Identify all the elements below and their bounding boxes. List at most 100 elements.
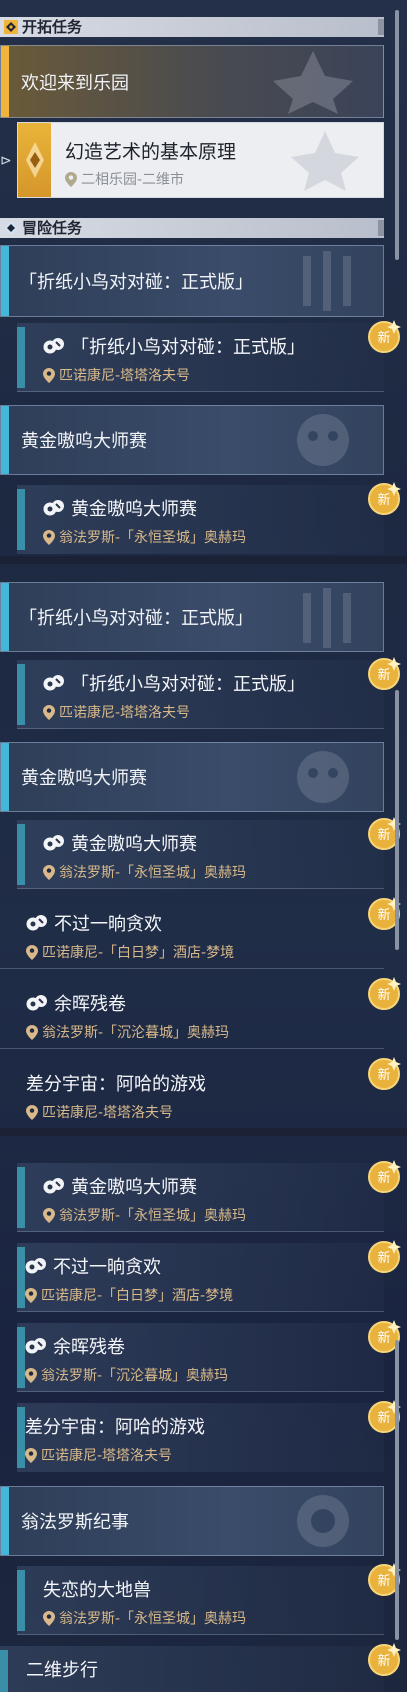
category-accent-bar [1, 743, 9, 811]
quest-location-text: 匹诺康尼-塔塔洛夫号 [59, 705, 191, 721]
svg-text:新: 新 [377, 1067, 390, 1083]
quest-location: 翁法罗斯-「沉沦暮城」奥赫玛 [25, 1365, 228, 1385]
quest-location-text: 匹诺康尼-塔塔洛夫号 [41, 1448, 173, 1464]
quest-location-text: 二相乐园-二维市 [81, 172, 185, 188]
quest-location-text: 翁法罗斯-「沉沦暮城」奥赫玛 [42, 1025, 230, 1041]
scrollbar-thumb[interactable] [395, 10, 399, 260]
new-badge-icon: 新 [368, 896, 402, 930]
location-pin-icon [43, 704, 55, 720]
category-accent-bar [1, 406, 9, 474]
quest-title: 差分宇宙：阿哈的游戏 [26, 1070, 206, 1096]
quest-location-text: 匹诺康尼-「白日梦」酒店-梦境 [42, 945, 235, 961]
quest-type-icon [26, 994, 48, 1012]
scrollbar-thumb[interactable] [395, 1340, 399, 1640]
gold-quest-gem-icon [18, 123, 51, 197]
category-accent-bar [1, 583, 9, 651]
svg-text:新: 新 [377, 1653, 390, 1669]
header-end-mark [378, 19, 384, 35]
location-pin-icon [43, 529, 55, 545]
location-pin-icon [26, 1104, 38, 1120]
svg-text:新: 新 [377, 1573, 390, 1589]
category-emblem-icon [297, 1495, 349, 1547]
quest-location: 匹诺康尼-塔塔洛夫号 [43, 702, 190, 722]
quest-item-selected[interactable]: 幻造艺术的基本原理 二相乐园-二维市 [17, 122, 384, 198]
new-badge-icon: 新 [368, 1642, 402, 1676]
item-accent-bar [17, 489, 25, 550]
quest-title-text: 余晖残卷 [53, 1337, 125, 1358]
section-header-adventure: 冒险任务 [0, 218, 384, 238]
svg-text:新: 新 [377, 907, 390, 923]
scrollbar-thumb[interactable] [395, 690, 399, 950]
category-paper-bird[interactable]: 「折纸小鸟对对碰：正式版」 [0, 582, 384, 652]
category-golden-awoo[interactable]: 黄金嗷呜大师赛 [0, 405, 384, 475]
divider [17, 1634, 384, 1635]
svg-text:新: 新 [377, 827, 390, 843]
screenshot-seam [0, 556, 407, 564]
quest-location: 翁法罗斯-「永恒圣城」奥赫玛 [43, 527, 246, 547]
quest-title-text: 黄金嗷呜大师赛 [71, 499, 197, 520]
quest-item-daydream[interactable]: 不过一晌贪欢 匹诺康尼-「白日梦」酒店-梦境 新 [17, 1239, 402, 1312]
category-golden-awoo[interactable]: 黄金嗷呜大师赛 [0, 742, 384, 812]
category-emblem-icon [273, 51, 353, 114]
quest-item-divergent-universe[interactable]: 差分宇宙：阿哈的游戏 匹诺康尼-塔塔洛夫号 新 [17, 1399, 402, 1472]
category-emblem-icon [297, 414, 349, 466]
new-badge-icon: 新 [368, 656, 402, 690]
category-label: 「折纸小鸟对对碰：正式版」 [19, 608, 253, 629]
item-accent-bar [17, 1167, 25, 1228]
quest-type-icon [43, 834, 65, 852]
svg-text:新: 新 [377, 330, 390, 346]
quest-title: 不过一晌贪欢 [26, 910, 162, 936]
location-pin-icon [25, 1367, 37, 1383]
quest-item-paper-bird[interactable]: 「折纸小鸟对对碰：正式版」 匹诺康尼-塔塔洛夫号 新 [17, 656, 402, 729]
new-badge-icon: 新 [368, 976, 402, 1010]
item-accent-bar [17, 327, 25, 388]
item-accent-bar [17, 824, 25, 885]
quest-item-golden-awoo[interactable]: 黄金嗷呜大师赛 翁法罗斯-「永恒圣城」奥赫玛 新 [17, 816, 402, 889]
quest-item-paper-bird[interactable]: 「折纸小鸟对对碰：正式版」 匹诺康尼-塔塔洛夫号 新 [17, 319, 402, 392]
new-badge-icon: 新 [368, 1319, 402, 1353]
quest-title: 「折纸小鸟对对碰：正式版」 [43, 333, 305, 359]
item-accent-bar [0, 1650, 8, 1692]
section-title: 冒险任务 [22, 219, 83, 237]
category-accent-bar [1, 46, 9, 117]
section-header-trailblaze: 开拓任务 [0, 17, 384, 37]
category-paper-bird[interactable]: 「折纸小鸟对对碰：正式版」 [0, 245, 384, 317]
location-pin-icon [26, 1024, 38, 1040]
quest-item-golden-awoo[interactable]: 黄金嗷呜大师赛 翁法罗斯-「永恒圣城」奥赫玛 新 [17, 481, 402, 554]
category-accent-bar [1, 1487, 9, 1555]
category-accent-bar [1, 246, 9, 316]
category-label: 欢迎来到乐园 [21, 72, 129, 94]
quest-type-icon [25, 1257, 47, 1275]
quest-title: 黄金嗷呜大师赛 [43, 830, 197, 856]
quest-location: 匹诺康尼-塔塔洛夫号 [26, 1102, 173, 1122]
quest-item-divergent-universe[interactable]: 差分宇宙：阿哈的游戏 匹诺康尼-塔塔洛夫号 新 [0, 1056, 402, 1129]
new-badge-icon: 新 [368, 1239, 402, 1273]
item-accent-bar [17, 1327, 25, 1388]
quest-item-afterglow[interactable]: 余晖残卷 翁法罗斯-「沉沦暮城」奥赫玛 新 [0, 976, 402, 1049]
location-pin-icon [43, 864, 55, 880]
quest-title-text: 差分宇宙：阿哈的游戏 [25, 1417, 205, 1438]
new-badge-icon: 新 [368, 816, 402, 850]
quest-location: 匹诺康尼-塔塔洛夫号 [25, 1445, 172, 1465]
quest-watermark-icon [291, 131, 359, 191]
quest-title: 失恋的大地兽 [43, 1576, 151, 1602]
category-amphoreus-chronicle[interactable]: 翁法罗斯纪事 [0, 1486, 384, 1556]
quest-item-daydream[interactable]: 不过一晌贪欢 匹诺康尼-「白日梦」酒店-梦境 新 [0, 896, 402, 969]
quest-item-2d-walk[interactable]: 二维步行 新 [0, 1642, 402, 1692]
svg-text:新: 新 [377, 1250, 390, 1266]
quest-location: 匹诺康尼-塔塔洛夫号 [43, 365, 190, 385]
quest-item-golden-awoo[interactable]: 黄金嗷呜大师赛 翁法罗斯-「永恒圣城」奥赫玛 新 [17, 1159, 402, 1232]
item-accent-bar [17, 664, 25, 725]
quest-title-text: 黄金嗷呜大师赛 [71, 834, 197, 855]
category-welcome-to-paradise[interactable]: 欢迎来到乐园 [0, 45, 384, 118]
category-emblem-icon [303, 251, 351, 311]
diamond-icon [4, 221, 18, 235]
quest-item-afterglow[interactable]: 余晖残卷 翁法罗斯-「沉沦暮城」奥赫玛 新 [17, 1319, 402, 1392]
divider [0, 1048, 384, 1049]
category-emblem-icon [297, 751, 349, 803]
quest-type-icon [25, 1337, 47, 1355]
location-pin-icon [25, 1287, 37, 1303]
quest-location: 二相乐园-二维市 [65, 169, 184, 189]
quest-item-lovelorn-beast[interactable]: 失恋的大地兽 翁法罗斯-「永恒圣城」奥赫玛 新 [17, 1562, 402, 1635]
quest-location: 匹诺康尼-「白日梦」酒店-梦境 [25, 1285, 233, 1305]
